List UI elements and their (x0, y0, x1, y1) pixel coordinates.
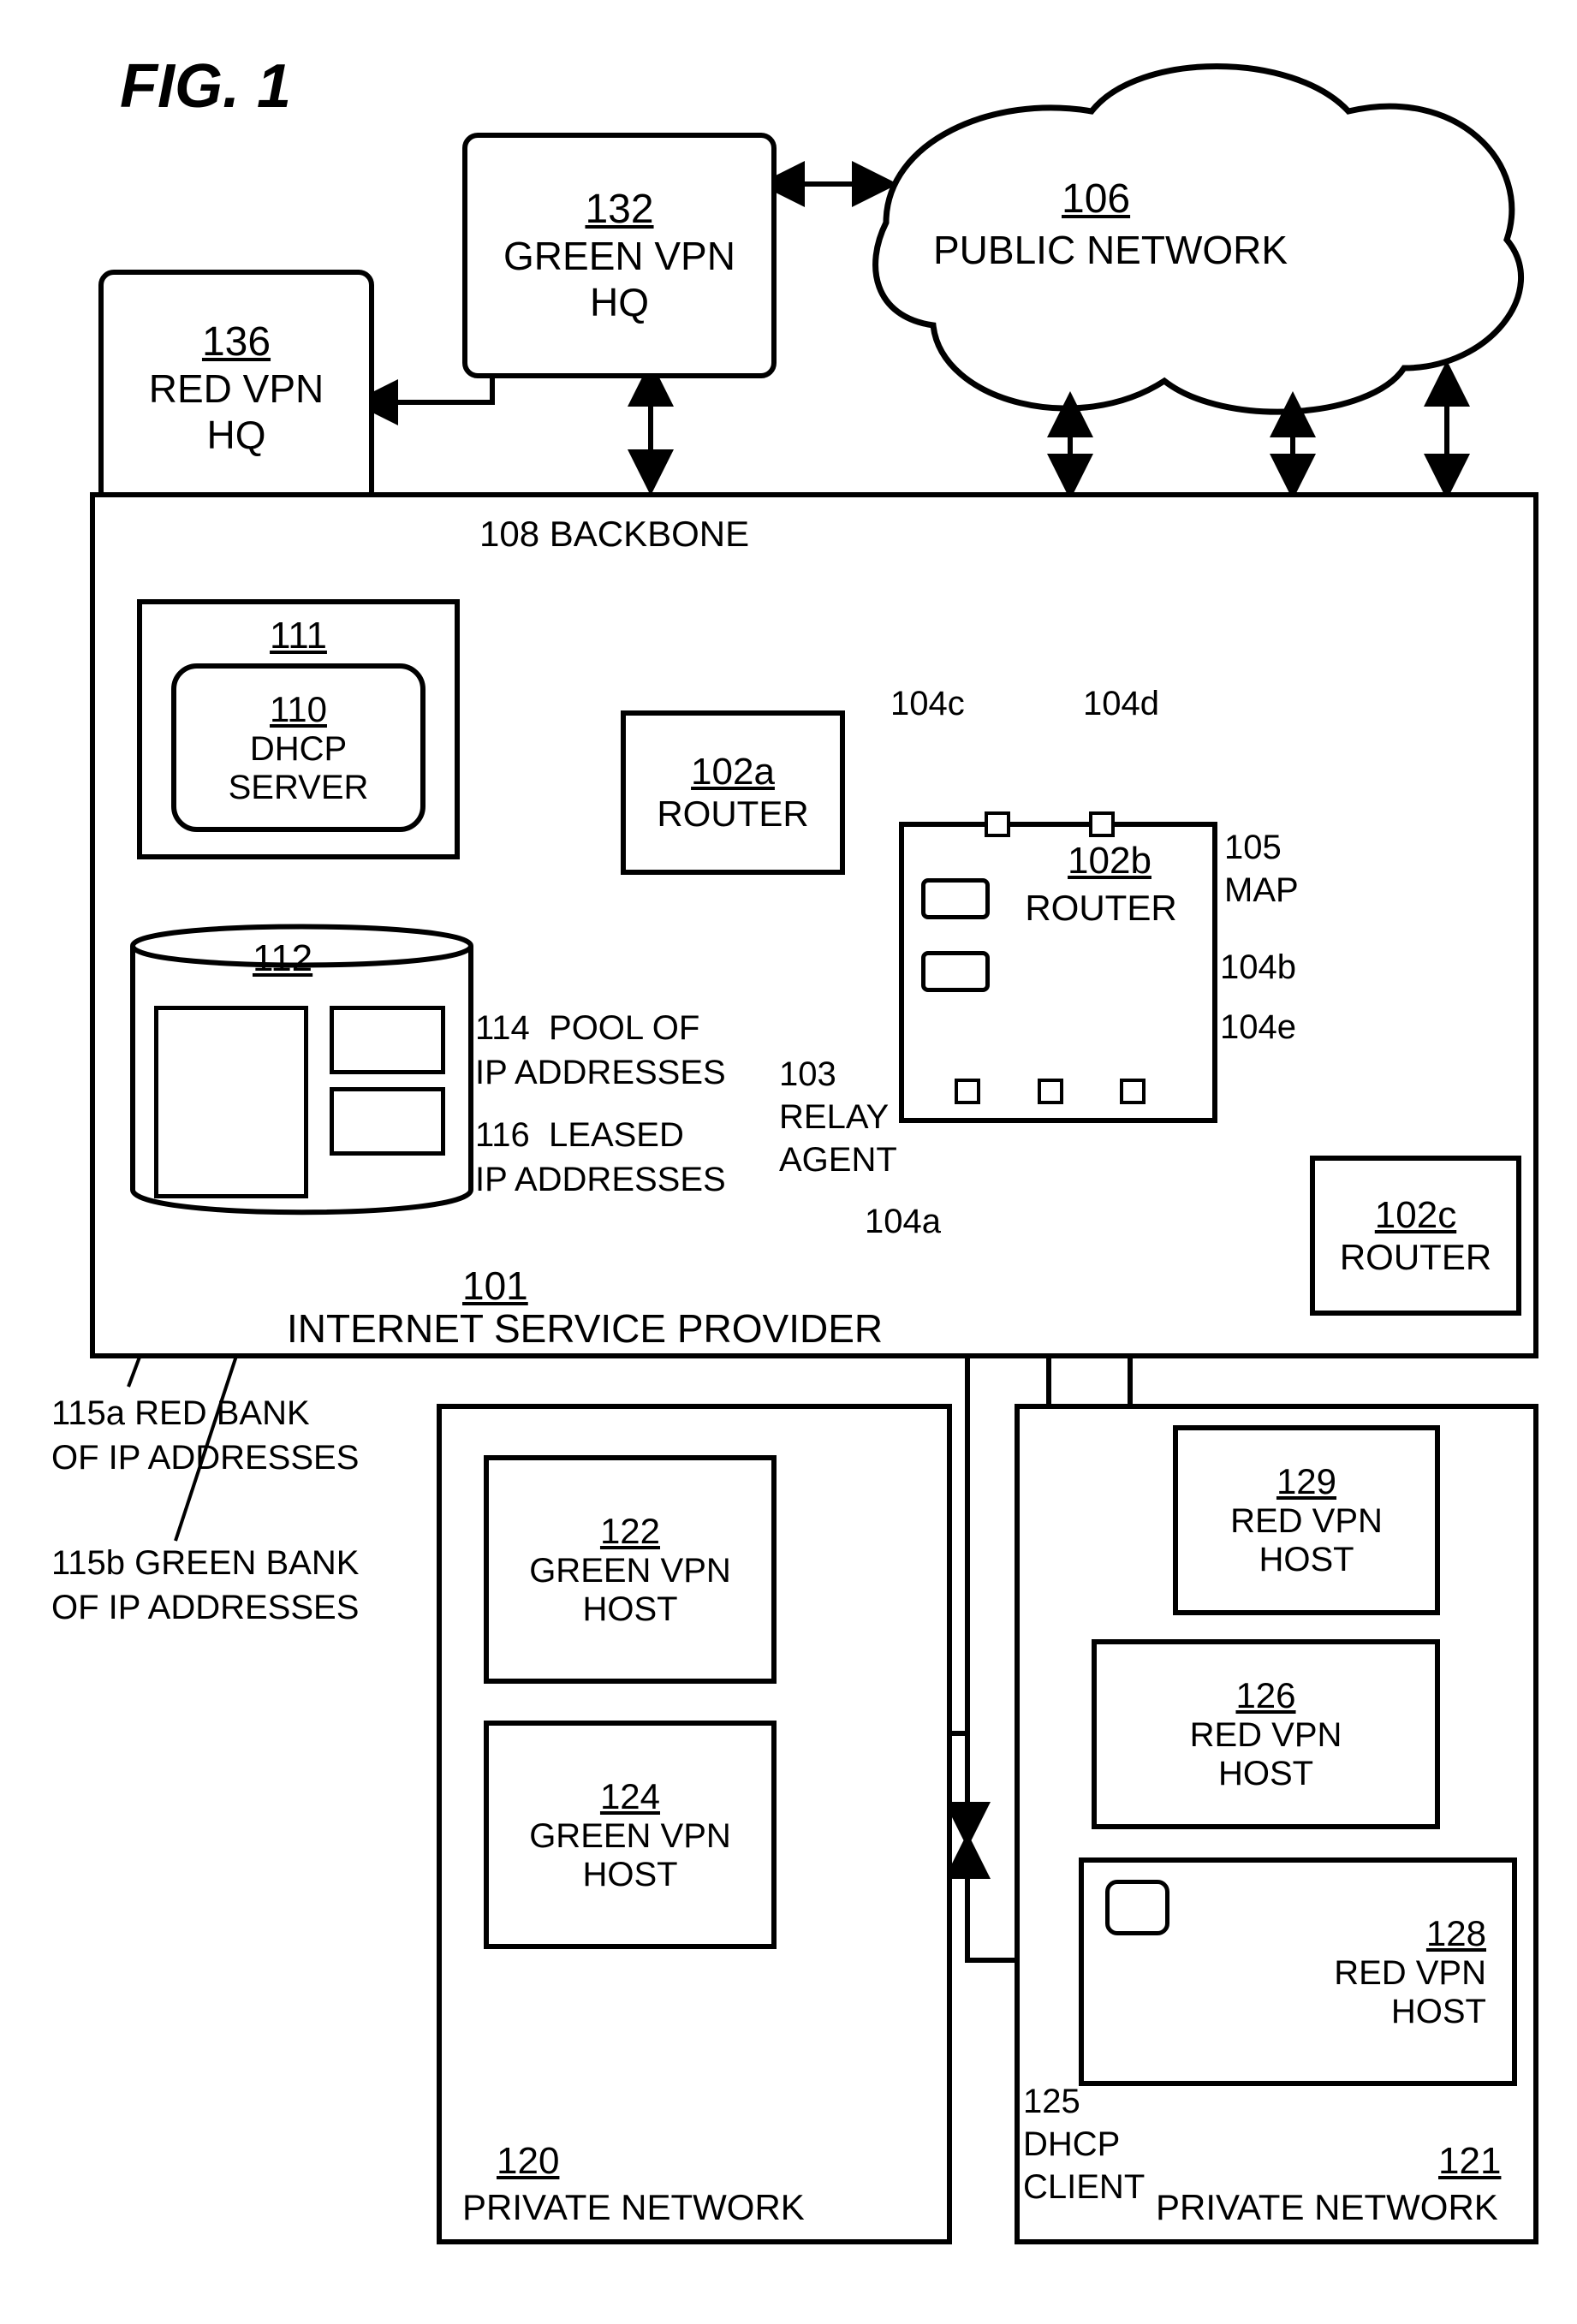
text-label: ROUTER (657, 793, 808, 835)
ref-label: 124 (600, 1776, 660, 1817)
ref-label: 126 (1235, 1675, 1295, 1716)
ref-label: 128 (1426, 1913, 1486, 1954)
text: OF IP ADDRESSES (51, 1439, 359, 1477)
node-dhcp-server: 110 DHCP SERVER (171, 663, 425, 832)
node-green-vpn-hq: 132 GREEN VPN HQ (462, 133, 777, 378)
text-label: DHCP (250, 730, 347, 769)
diagram-stage: FIG. 1 132 GREEN VPN HQ 136 RED VPN HQ 1… (0, 0, 1577, 2324)
text-label: ROUTER (1025, 888, 1176, 929)
ref-label: 102b (1068, 840, 1152, 883)
label-leased: 116 LEASED IP ADDRESSES (475, 1113, 726, 1202)
text-label: HQ (590, 279, 649, 325)
ref-label: 101 (462, 1263, 528, 1308)
text-label: HOST (1218, 1755, 1313, 1793)
ref-label: 106 (1062, 176, 1130, 222)
node-host-124: 124 GREEN VPN HOST (484, 1721, 777, 1949)
ref-num: 115a (51, 1394, 125, 1432)
ref-num: 125 (1023, 2083, 1080, 2120)
figure-title: FIG. 1 (120, 51, 291, 122)
isp-ref: 101 (462, 1263, 528, 1309)
port-104a (955, 1079, 980, 1104)
port-104e (1120, 1079, 1146, 1104)
isp-label: INTERNET SERVICE PROVIDER (287, 1305, 883, 1352)
text-label: SERVER (229, 769, 369, 807)
ref-num: 114 (475, 1009, 530, 1047)
port-104b (1038, 1079, 1063, 1104)
ref-label: 136 (202, 318, 271, 366)
node-host-129: 129 RED VPN HOST (1173, 1425, 1440, 1615)
ref-label: 129 (1276, 1461, 1336, 1502)
map-icon (921, 878, 990, 919)
ref-label: 102c (1375, 1194, 1456, 1237)
ref-num: 115b (51, 1544, 125, 1582)
backbone-label: 108 BACKBONE (479, 514, 749, 555)
ref-label: 110 (270, 689, 327, 730)
node-host-128: 128 RED VPN HOST (1079, 1857, 1517, 2086)
cloud-ref: 106 (1062, 175, 1130, 223)
text-label: GREEN VPN (529, 1817, 731, 1856)
text-label: PRIVATE NETWORK (1156, 2187, 1498, 2228)
dhcp-client-icon (1105, 1880, 1169, 1935)
ref-label: 120 (497, 2140, 559, 2183)
text: DHCP (1023, 2125, 1120, 2163)
ref-label: 121 (1438, 2140, 1501, 2183)
node-router-c: 102c ROUTER (1310, 1156, 1521, 1316)
db-block-114 (330, 1006, 445, 1074)
text: RELAY (779, 1098, 889, 1136)
text-label: HOST (582, 1590, 677, 1629)
label-dhcp-client: 125 DHCP CLIENT (1023, 2080, 1145, 2208)
text-label: HQ (207, 412, 266, 458)
text: POOL OF (549, 1009, 699, 1047)
text-label: GREEN VPN (529, 1552, 731, 1590)
relay-agent-icon (921, 951, 990, 992)
text-label: RED VPN (1334, 1954, 1486, 1993)
text-label: PRIVATE NETWORK (462, 2187, 805, 2228)
ref-label: 102a (691, 751, 775, 793)
db-block-115a (154, 1006, 308, 1198)
ref-num: 103 (779, 1055, 836, 1093)
port-104d (1089, 811, 1115, 837)
cloud-label: PUBLIC NETWORK (933, 227, 1288, 273)
text-label: HOST (1259, 1541, 1354, 1579)
ref-label: 122 (600, 1511, 660, 1552)
text: LEASED (549, 1116, 684, 1154)
label-map: 105 MAP (1224, 826, 1299, 912)
label-104a: 104a (865, 1203, 941, 1241)
text: OF IP ADDRESSES (51, 1589, 359, 1626)
text: AGENT (779, 1141, 897, 1179)
text-label: ROUTER (1340, 1237, 1491, 1278)
label-104c: 104c (890, 685, 965, 723)
node-router-a: 102a ROUTER (621, 710, 845, 875)
label-green-bank: 115b GREEN BANK OF IP ADDRESSES (51, 1541, 359, 1630)
label-relay: 103 RELAY AGENT (779, 1053, 897, 1181)
port-104c (985, 811, 1010, 837)
ref-label: 132 (585, 186, 653, 233)
node-host-122: 122 GREEN VPN HOST (484, 1455, 777, 1684)
text: MAP (1224, 871, 1299, 909)
text: RED BANK (134, 1394, 310, 1432)
label-104e: 104e (1220, 1008, 1296, 1047)
node-db: 112 (124, 907, 479, 1220)
ref-label: 112 (253, 937, 312, 980)
ref-num: 116 (475, 1116, 530, 1154)
ref-label: 111 (270, 615, 327, 657)
label-104d: 104d (1083, 685, 1159, 723)
label-pool: 114 POOL OF IP ADDRESSES (475, 1006, 726, 1095)
ref-num: 105 (1224, 829, 1282, 866)
label-104b: 104b (1220, 948, 1296, 987)
db-block-116 (330, 1087, 445, 1156)
label-red-bank: 115a RED BANK OF IP ADDRESSES (51, 1391, 359, 1480)
text-label: GREEN VPN (503, 233, 735, 279)
node-red-vpn-hq: 136 RED VPN HQ (98, 270, 374, 507)
text-label: RED VPN (1230, 1502, 1383, 1541)
text: GREEN BANK (134, 1544, 359, 1582)
node-host-126: 126 RED VPN HOST (1092, 1639, 1440, 1829)
text: CLIENT (1023, 2168, 1145, 2206)
text: IP ADDRESSES (475, 1161, 726, 1198)
text-label: RED VPN (149, 366, 324, 412)
text-label: RED VPN (1190, 1716, 1342, 1755)
text: IP ADDRESSES (475, 1054, 726, 1091)
text-label: HOST (1391, 1993, 1486, 2031)
text-label: HOST (582, 1856, 677, 1894)
